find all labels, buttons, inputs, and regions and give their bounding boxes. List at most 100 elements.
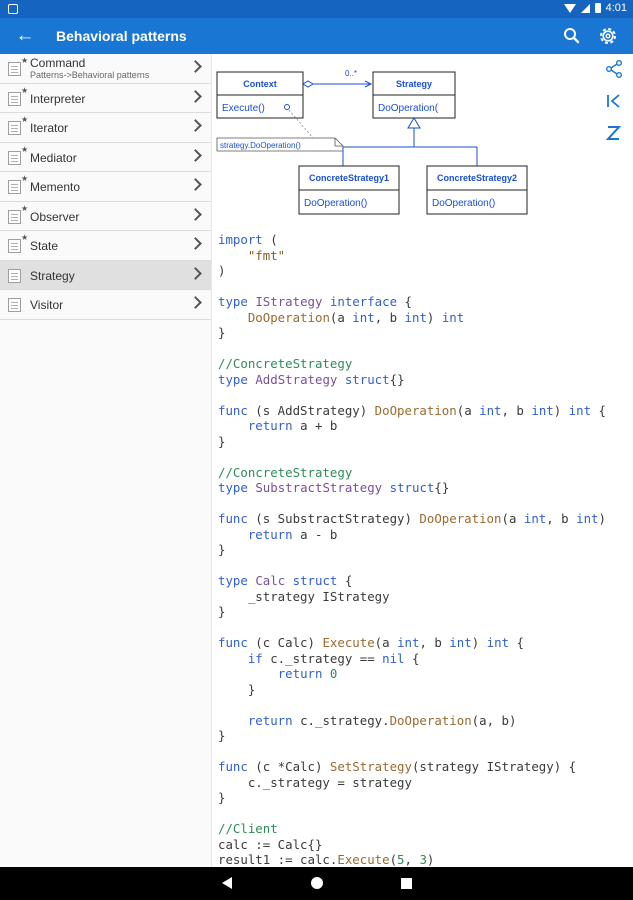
star-icon: ★	[21, 144, 29, 154]
code-token: return	[247, 712, 293, 728]
signal-icon	[580, 3, 590, 13]
code-token: struct	[292, 573, 338, 588]
code-token: func	[218, 635, 248, 650]
back-button[interactable]: ←	[12, 24, 38, 48]
pattern-list: ★ Command Patterns->Behavioral patterns …	[0, 54, 212, 867]
code-token: import	[218, 232, 263, 247]
nav-back-icon[interactable]	[222, 877, 232, 889]
code-token: }	[218, 728, 226, 743]
code-token: DoOperation	[389, 712, 472, 728]
code-line: }	[218, 434, 633, 450]
code-line: type Calc struct {	[218, 573, 633, 589]
code-line: "fmt"	[218, 248, 633, 264]
code-token: nil	[382, 650, 405, 666]
sidebar-item-visitor[interactable]: Visitor	[0, 290, 211, 320]
code-token: (a	[501, 511, 524, 526]
code-token: )	[471, 635, 487, 650]
z-icon	[605, 126, 622, 140]
code-token: int	[449, 635, 472, 650]
code-token: }	[218, 325, 226, 340]
share-button[interactable]	[603, 58, 625, 80]
context-class-name: Context	[243, 79, 277, 89]
code-line: return a + b	[218, 418, 633, 434]
code-line: func (c *Calc) SetStrategy(strategy IStr…	[218, 759, 633, 775]
code-token: ,	[404, 852, 420, 867]
battery-icon	[594, 3, 601, 13]
code-token: (a	[456, 402, 480, 418]
document-icon	[8, 239, 21, 253]
code-token: return	[247, 418, 293, 433]
sidebar-item-sublabel: Patterns->Behavioral patterns	[30, 70, 150, 80]
code-token: _strategy IStrategy	[218, 588, 390, 604]
code-line: return a - b	[218, 527, 633, 543]
settings-button[interactable]	[596, 24, 620, 48]
app-bar: ← Behavioral patterns	[0, 18, 633, 54]
star-icon: ★	[21, 56, 29, 65]
code-token: c._strategy = strategy	[218, 774, 412, 790]
collapse-button[interactable]	[603, 90, 625, 112]
code-line: result1 := calc.Execute(5, 3)	[218, 852, 633, 867]
code-token: AddStrategy	[255, 371, 338, 387]
gear-icon	[600, 28, 616, 44]
code-token: c._strategy.	[292, 712, 390, 728]
app-window: 4:01 ← Behavioral patterns ★ Command Pat…	[0, 0, 633, 900]
sidebar-item-iterator[interactable]: ★ Iterator	[0, 113, 211, 143]
code-token: {	[337, 573, 353, 588]
concrete-strategy2-method: DoOperation()	[432, 198, 495, 209]
pattern-content: Context Execute() Strategy DoOperation( …	[213, 54, 633, 867]
code-token: , b	[501, 402, 532, 418]
sidebar-item-command[interactable]: ★ Command Patterns->Behavioral patterns	[0, 54, 211, 84]
code-line: DoOperation(a int, b int) int	[218, 310, 633, 326]
code-token: int	[523, 511, 547, 526]
code-token: int	[352, 309, 375, 325]
sidebar-item-interpreter[interactable]: ★ Interpreter	[0, 84, 211, 113]
star-icon: ★	[21, 115, 29, 124]
code-line: func (c Calc) Execute(a int, b int) int …	[218, 635, 633, 651]
chevron-right-icon	[189, 89, 202, 103]
code-token: return	[277, 666, 323, 681]
nav-home-icon[interactable]	[311, 877, 323, 889]
code-line: calc := Calc{}	[218, 837, 633, 853]
code-token: //Client	[218, 821, 278, 836]
search-icon	[564, 28, 580, 44]
document-icon	[8, 268, 21, 283]
sidebar-item-strategy[interactable]: Strategy	[0, 260, 211, 290]
code-token: a - b	[292, 526, 338, 542]
search-button[interactable]	[560, 24, 584, 48]
concrete-strategy1-name: ConcreteStrategy1	[309, 173, 389, 183]
code-line: //ConcreteStrategy	[218, 356, 633, 372]
code-token: int	[531, 402, 554, 418]
code-token: {}	[434, 480, 450, 495]
sort-button[interactable]	[603, 122, 625, 144]
sidebar-item-observer[interactable]: ★ Observer	[0, 202, 211, 231]
document-icon	[8, 298, 21, 312]
status-icons: 4:01	[563, 2, 627, 14]
sidebar-item-label: Mediator	[30, 150, 77, 165]
sidebar-item-state[interactable]: ★ State	[0, 231, 211, 261]
code-line: func (s AddStrategy) DoOperation(a int, …	[218, 403, 633, 419]
code-block: import ( "fmt") type IStrategy interface …	[218, 232, 633, 867]
code-token: {	[509, 635, 524, 650]
code-token: type	[218, 573, 248, 588]
code-token: SubstractStrategy	[255, 480, 383, 495]
code-token: )	[553, 402, 569, 418]
nav-recents-icon[interactable]	[401, 878, 412, 889]
code-token: //ConcreteStrategy	[218, 464, 353, 480]
code-line: func (s SubstractStrategy) DoOperation(a…	[218, 511, 633, 527]
code-token: (c *Calc)	[247, 759, 330, 774]
sidebar-item-memento[interactable]: ★ Memento	[0, 172, 211, 202]
status-time: 4:01	[605, 2, 627, 14]
sidebar-item-mediator[interactable]: ★ Mediator	[0, 143, 211, 172]
code-token: (c Calc)	[247, 635, 323, 650]
uml-diagram: Context Execute() Strategy DoOperation( …	[216, 69, 528, 215]
code-token: , b	[419, 635, 450, 650]
code-line: }	[218, 682, 633, 698]
